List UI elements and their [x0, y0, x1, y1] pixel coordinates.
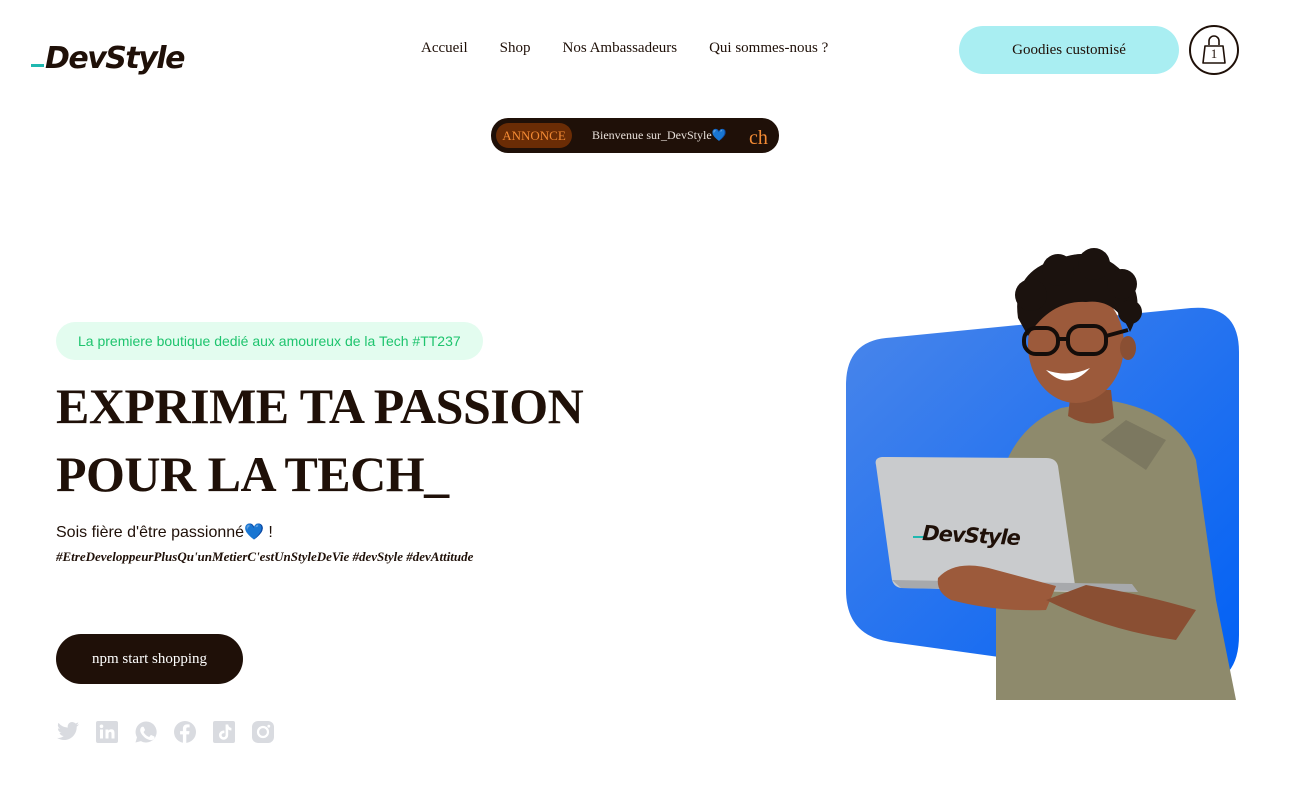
- main-nav: Accueil Shop Nos Ambassadeurs Qui sommes…: [421, 40, 828, 57]
- blue-heart-icon: 💙: [711, 128, 727, 142]
- start-shopping-button[interactable]: npm start shopping: [56, 634, 243, 684]
- cart-count: 1: [1210, 46, 1218, 61]
- logo-underscore: [31, 64, 44, 67]
- announcement-text: Bienvenue sur_DevStyle💙: [592, 128, 727, 142]
- twitter-icon[interactable]: [56, 720, 80, 744]
- logo-text: DevStyle: [45, 41, 185, 76]
- blue-heart-icon: 💙: [244, 524, 264, 541]
- cart-button[interactable]: 1: [1189, 25, 1239, 75]
- hero-image: DevStyle: [846, 248, 1239, 700]
- tiktok-icon[interactable]: [212, 720, 236, 744]
- announcement-next-text: ch: [749, 127, 768, 149]
- hero-title-line-2: POUR LA TECH_: [56, 446, 449, 502]
- hero-subtitle: Sois fière d'être passionné💙 !: [56, 524, 273, 541]
- whatsapp-icon[interactable]: [134, 720, 158, 744]
- nav-link-about[interactable]: Qui sommes-nous ?: [709, 40, 828, 57]
- linkedin-icon[interactable]: [95, 720, 119, 744]
- instagram-icon[interactable]: [251, 720, 275, 744]
- custom-goodies-button[interactable]: Goodies customisé: [959, 26, 1179, 74]
- hero-tagline: La premiere boutique dedié aux amoureux …: [56, 322, 483, 360]
- announcement-badge: ANNONCE: [496, 123, 572, 148]
- announcement-bar: ANNONCE Bienvenue sur_DevStyle💙 ch: [491, 118, 779, 153]
- hero-title: EXPRIME TA PASSION POUR LA TECH_: [56, 372, 584, 508]
- facebook-icon[interactable]: [173, 720, 197, 744]
- hero-title-line-1: EXPRIME TA PASSION: [56, 378, 584, 434]
- brand-logo[interactable]: DevStyle: [31, 34, 185, 76]
- nav-link-ambassadeurs[interactable]: Nos Ambassadeurs: [562, 40, 677, 57]
- nav-link-shop[interactable]: Shop: [500, 40, 531, 57]
- social-links: [56, 720, 275, 744]
- nav-link-accueil[interactable]: Accueil: [421, 40, 468, 57]
- hero-hashtags: #EtreDeveloppeurPlusQu'unMetierC'estUnSt…: [56, 549, 474, 564]
